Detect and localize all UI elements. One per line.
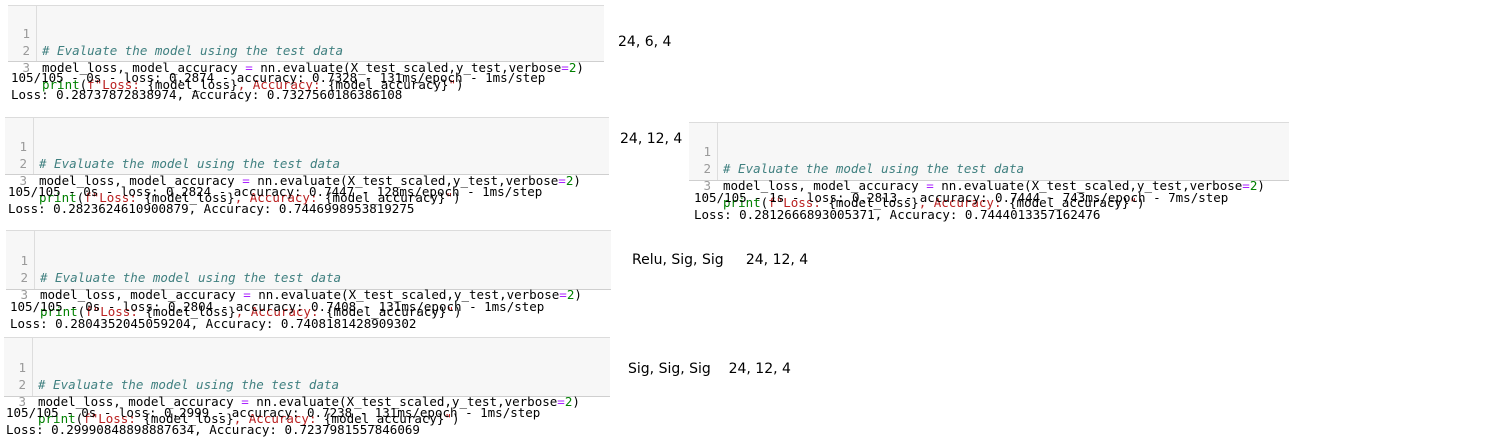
code-cell-1[interactable]: 1 # Evaluate the model using the test da… xyxy=(8,5,604,92)
cell-output-line-2: Loss: 0.29990848898887634, Accuracy: 0.7… xyxy=(6,422,420,437)
cell-output-line-2: Loss: 0.2823624610900879, Accuracy: 0.74… xyxy=(8,201,415,216)
annotation-note: 24, 6, 4 xyxy=(618,34,672,50)
cell-output-line-1: 105/105 - 0s - loss: 0.2874 - accuracy: … xyxy=(11,70,546,85)
annotation-note: Relu, Sig, Sig 24, 12, 4 xyxy=(632,252,809,268)
code-line-3: 3 print(f"Loss: {model_loss}, Accuracy: … xyxy=(5,155,609,205)
code-line-3: 3 print(f"Loss: {model_loss}, Accuracy: … xyxy=(4,376,610,426)
code-line-1: 1 # Evaluate the model using the test da… xyxy=(6,235,611,285)
code-cell-5[interactable]: 1 # Evaluate the model using the test da… xyxy=(4,337,610,426)
code-line-2: 2 model_loss, model_accuracy = nn.evalua… xyxy=(8,25,604,75)
cell-output-line-1: 105/105 - 0s - loss: 0.2824 - accuracy: … xyxy=(8,184,543,199)
code-line-2: 2 model_loss, model_accuracy = nn.evalua… xyxy=(689,143,1289,193)
annotation-note: 24, 12, 4 xyxy=(620,131,683,147)
code-line-1: 1 # Evaluate the model using the test da… xyxy=(4,342,610,392)
cell-output-line-2: Loss: 0.2812666893005371, Accuracy: 0.74… xyxy=(694,207,1101,222)
code-line-3: 3 print(f"Loss: {model_loss}, Accuracy: … xyxy=(8,42,604,92)
code-line-3: 3 print(f"Loss: {model_loss}, Accuracy: … xyxy=(6,269,611,319)
code-line-1: 1 # Evaluate the model using the test da… xyxy=(8,8,604,58)
code-cell-2[interactable]: 1 # Evaluate the model using the test da… xyxy=(5,117,609,205)
cell-output-line-2: Loss: 0.28737872838974, Accuracy: 0.7327… xyxy=(11,87,403,102)
cell-output-line-2: Loss: 0.2804352045059204, Accuracy: 0.74… xyxy=(10,316,417,331)
annotation-note: Sig, Sig, Sig 24, 12, 4 xyxy=(628,361,791,377)
cell-output-line-1: 105/105 - 0s - loss: 0.2804 - accuracy: … xyxy=(10,299,545,314)
code-line-1: 1 # Evaluate the model using the test da… xyxy=(689,126,1289,176)
code-line-2: 2 model_loss, model_accuracy = nn.evalua… xyxy=(5,138,609,188)
cell-output-line-1: 105/105 - 1s - loss: 0.2813 - accuracy: … xyxy=(694,190,1229,205)
code-line-1: 1 # Evaluate the model using the test da… xyxy=(5,121,609,171)
code-line-2: 2 model_loss, model_accuracy = nn.evalua… xyxy=(4,359,610,409)
code-line-2: 2 model_loss, model_accuracy = nn.evalua… xyxy=(6,252,611,302)
code-line-3: 3 print(f"Loss: {model_loss}, Accuracy: … xyxy=(689,160,1289,210)
code-cell-4[interactable]: 1 # Evaluate the model using the test da… xyxy=(6,230,611,319)
cell-output-line-1: 105/105 - 0s - loss: 0.2999 - accuracy: … xyxy=(6,405,541,420)
code-cell-3[interactable]: 1 # Evaluate the model using the test da… xyxy=(689,122,1289,210)
